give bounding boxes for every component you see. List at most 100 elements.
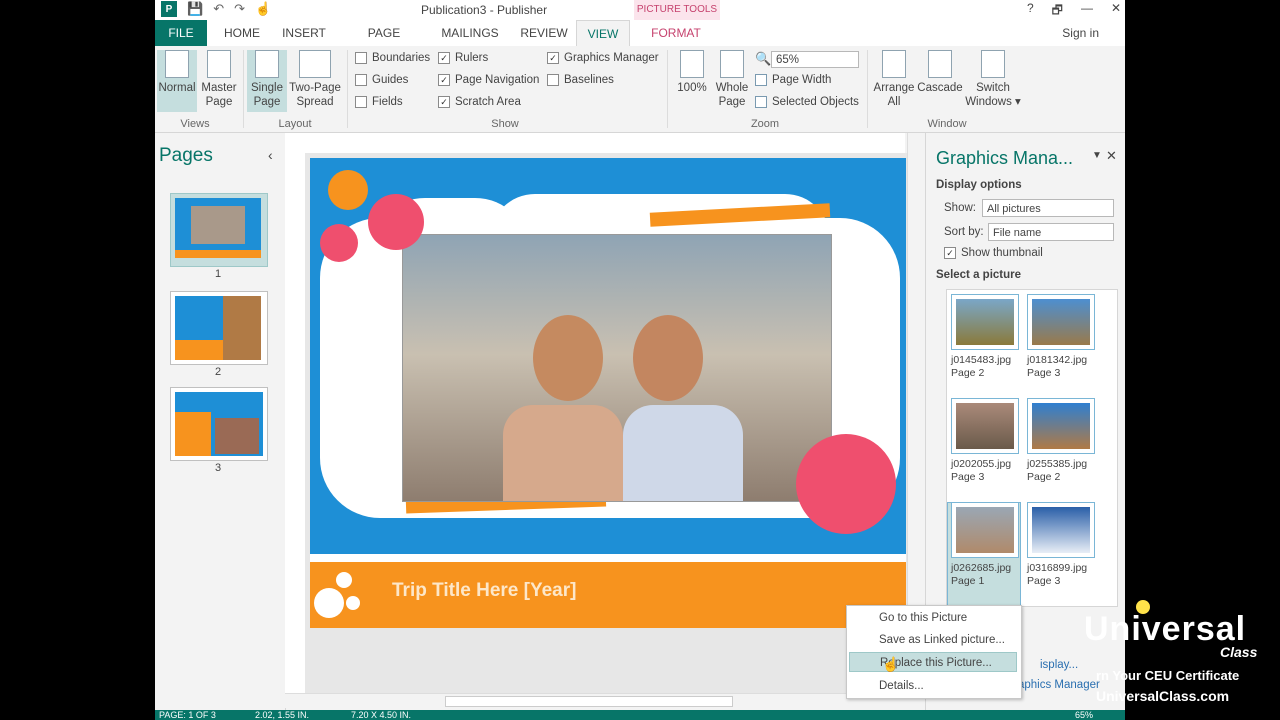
- trip-title-text[interactable]: Trip Title Here [Year]: [392, 580, 576, 602]
- photo-body: [503, 405, 623, 501]
- tab-review[interactable]: REVIEW: [517, 20, 571, 46]
- flower-orange-icon: [328, 170, 368, 210]
- show-select[interactable]: All pictures: [982, 199, 1114, 217]
- normal-view-button[interactable]: Normal: [157, 50, 197, 112]
- single-page-label-1: Single: [251, 82, 283, 94]
- selected-objects-button[interactable]: Selected Objects: [755, 96, 859, 108]
- show-group-label: Show: [491, 118, 519, 130]
- minimize-button[interactable]: —: [1081, 1, 1093, 22]
- page-thumbnail-2[interactable]: [170, 291, 268, 365]
- close-button[interactable]: ✕: [1111, 1, 1121, 22]
- close-pane-icon[interactable]: ✕: [1106, 148, 1117, 164]
- page-thumbnail-1[interactable]: [170, 193, 268, 267]
- tab-page-design[interactable]: PAGE DESIGN: [345, 20, 423, 66]
- circle-decoration: [346, 596, 360, 610]
- tab-view[interactable]: VIEW: [576, 20, 630, 47]
- undo-icon[interactable]: ↶: [213, 1, 224, 17]
- zoom-100-button[interactable]: 100%: [675, 50, 709, 95]
- graphics-manager-help-link[interactable]: aphics Manager: [1018, 679, 1100, 691]
- picture-thumb[interactable]: [951, 398, 1019, 454]
- restore-button[interactable]: 🗗: [1052, 1, 1063, 22]
- scratch-area-checkbox[interactable]: ✓ Scratch Area: [438, 96, 521, 108]
- checkbox-box[interactable]: [355, 74, 367, 86]
- horizontal-scrollbar[interactable]: [285, 693, 905, 708]
- rulers-checkbox[interactable]: ✓ Rulers: [438, 52, 488, 64]
- save-icon[interactable]: 💾: [187, 1, 203, 17]
- master-page-button[interactable]: Master Page: [199, 50, 239, 109]
- menu-details[interactable]: Details...: [849, 676, 1017, 696]
- picture-filename: j0181342.jpg: [1027, 354, 1088, 366]
- page-thumbnail-3[interactable]: [170, 387, 268, 461]
- publisher-logo-icon: P: [161, 1, 177, 17]
- pane-options-icon[interactable]: ▼: [1092, 150, 1102, 161]
- show-thumbnail-label: Show thumbnail: [961, 247, 1043, 259]
- redo-icon[interactable]: ↷: [234, 1, 245, 17]
- show-thumbnail-checkbox[interactable]: ✓ Show thumbnail: [944, 247, 1043, 259]
- tab-home[interactable]: HOME: [217, 20, 267, 46]
- cascade-button[interactable]: Cascade: [917, 50, 963, 95]
- picture-thumb[interactable]: [951, 294, 1019, 350]
- document-canvas[interactable]: Trip Title Here [Year]: [305, 153, 920, 693]
- ribbon-tabs: FILE HOME INSERT PAGE DESIGN MAILINGS RE…: [155, 20, 1125, 66]
- zoom-combobox[interactable]: 65%: [771, 51, 859, 68]
- picture-filename: j0145483.jpg: [951, 354, 1012, 366]
- check-icon[interactable]: ✓: [944, 247, 956, 259]
- check-icon[interactable]: ✓: [438, 52, 450, 64]
- switch-windows-label-2: Windows ▾: [965, 96, 1021, 108]
- two-page-label-2: Spread: [296, 96, 334, 108]
- single-page-label-2: Page: [253, 96, 281, 108]
- master-page-label-2: Page: [205, 96, 233, 108]
- sign-in-link[interactable]: Sign in: [1062, 26, 1099, 40]
- page-navigation-checkbox[interactable]: ✓ Page Navigation: [438, 74, 539, 86]
- menu-replace-picture[interactable]: Replace this Picture...: [849, 652, 1017, 672]
- graphics-manager-checkbox[interactable]: ✓ Graphics Manager: [547, 52, 659, 64]
- collapse-pane-icon[interactable]: ‹: [268, 147, 273, 163]
- picture-thumb[interactable]: [951, 502, 1019, 558]
- arrange-all-button[interactable]: Arrange All: [871, 50, 917, 109]
- picture-page: Page 3: [951, 471, 985, 483]
- flower-red-icon: [368, 194, 424, 250]
- tab-file[interactable]: FILE: [155, 20, 207, 46]
- insert-display-link[interactable]: isplay...: [1040, 659, 1078, 671]
- whole-page-button[interactable]: Whole Page: [713, 50, 751, 109]
- checkbox-box[interactable]: [355, 52, 367, 64]
- vertical-ruler[interactable]: [285, 153, 306, 693]
- tab-format[interactable]: FORMAT: [641, 20, 711, 46]
- help-button[interactable]: ?: [1027, 1, 1034, 22]
- status-zoom[interactable]: 65%: [1075, 710, 1093, 720]
- boundaries-checkbox[interactable]: Boundaries: [355, 52, 430, 64]
- touch-mode-icon[interactable]: ☝: [255, 1, 271, 17]
- horizontal-scroll-thumb[interactable]: [445, 696, 733, 707]
- menu-go-to-picture[interactable]: Go to this Picture: [849, 608, 1017, 628]
- sort-by-select[interactable]: File name: [988, 223, 1114, 241]
- fields-label: Fields: [372, 96, 403, 108]
- guides-checkbox[interactable]: Guides: [355, 74, 408, 86]
- picture-thumb[interactable]: [1027, 294, 1095, 350]
- zoom-magnifier-icon: 🔍: [755, 51, 772, 66]
- page-width-button[interactable]: Page Width: [755, 74, 831, 86]
- checkbox-box[interactable]: [355, 96, 367, 108]
- separator: [667, 50, 668, 128]
- horizontal-ruler[interactable]: [285, 133, 905, 154]
- baselines-checkbox[interactable]: Baselines: [547, 74, 614, 86]
- checkbox-box[interactable]: [547, 74, 559, 86]
- menu-save-linked-picture[interactable]: Save as Linked picture...: [849, 630, 1017, 650]
- check-icon[interactable]: ✓: [438, 96, 450, 108]
- single-page-button[interactable]: Single Page: [247, 50, 287, 112]
- check-icon[interactable]: ✓: [547, 52, 559, 64]
- tab-mailings[interactable]: MAILINGS: [437, 20, 503, 46]
- zoom-100-icon: [680, 50, 704, 78]
- normal-view-icon: [165, 50, 189, 78]
- picture-thumb[interactable]: [1027, 398, 1095, 454]
- two-page-spread-button[interactable]: Two-Page Spread: [289, 50, 341, 109]
- picture-filename: j0202055.jpg: [951, 458, 1012, 470]
- tab-insert[interactable]: INSERT: [279, 20, 329, 46]
- fields-checkbox[interactable]: Fields: [355, 96, 403, 108]
- photo-face: [633, 315, 703, 401]
- selected-photo[interactable]: [402, 234, 832, 502]
- check-icon[interactable]: ✓: [438, 74, 450, 86]
- status-page[interactable]: PAGE: 1 OF 3: [159, 710, 216, 720]
- switch-windows-button[interactable]: Switch Windows ▾: [963, 50, 1023, 109]
- picture-thumb[interactable]: [1027, 502, 1095, 558]
- picture-filename: j0262685.jpg: [951, 562, 1012, 574]
